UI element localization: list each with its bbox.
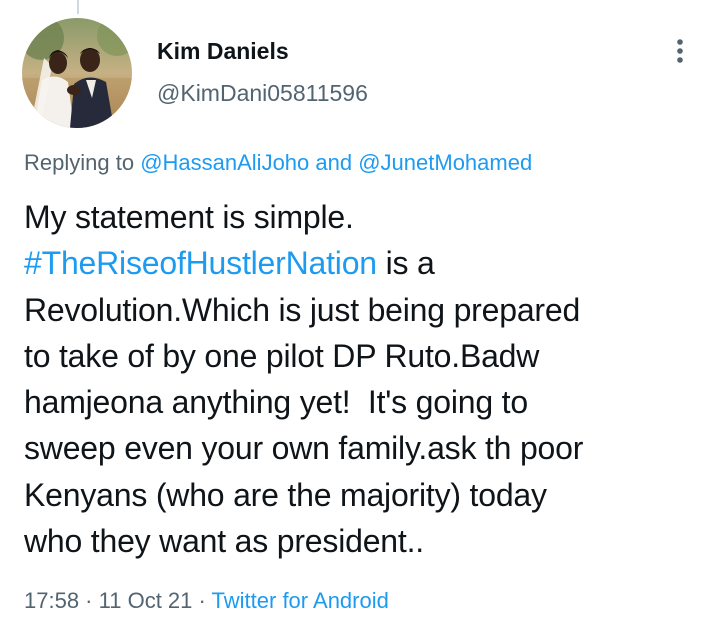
tweet-text-line: to take of by one pilot DP Ruto.Badw — [24, 337, 540, 374]
author-handle[interactable]: @KimDani05811596 — [157, 80, 368, 107]
mention-link-2[interactable]: @JunetMohamed — [358, 150, 532, 175]
more-options-button[interactable] — [664, 34, 696, 68]
mention-link-1[interactable]: @HassanAliJoho — [140, 150, 309, 175]
hashtag-link[interactable]: #TheRiseofHustlerNation — [24, 245, 377, 281]
meta-separator: · — [192, 588, 212, 613]
author-display-name[interactable]: Kim Daniels — [157, 38, 289, 65]
tweet-text-line: who they want as president.. — [24, 523, 424, 560]
reply-prefix: Replying to — [24, 150, 141, 175]
tweet-text-line: sweep even your own family.ask th poor — [24, 430, 584, 467]
mention-joiner[interactable]: and — [309, 150, 358, 175]
thread-connector-line — [77, 0, 79, 14]
tweet-text-line: hamjeona anything yet! It's going to — [24, 384, 528, 421]
avatar[interactable] — [22, 18, 132, 128]
meta-separator: · — [79, 588, 99, 613]
tweet-body: My statement is simple. #TheRiseofHustle… — [24, 194, 704, 564]
tweet-meta: 17:58 · 11 Oct 21 · Twitter for Android — [24, 588, 389, 614]
tweet-source-link[interactable]: Twitter for Android — [212, 588, 389, 613]
tweet-text-line: My statement is simple. — [24, 199, 354, 235]
tweet-text-line: Revolution.Which is just being prepared — [24, 291, 581, 328]
tweet-text-line: #TheRiseofHustlerNation is a — [24, 240, 704, 286]
tweet-text-fragment: is a — [376, 245, 435, 282]
more-options-icon — [677, 39, 683, 63]
tweet-date[interactable]: 11 Oct 21 — [99, 588, 193, 613]
tweet-time[interactable]: 17:58 — [24, 588, 79, 613]
reply-context: Replying to @HassanAliJoho and @JunetMoh… — [24, 150, 532, 176]
wedding-couple-photo-icon — [22, 18, 132, 128]
tweet-text-line: Kenyans (who are the majority) today — [24, 476, 547, 513]
